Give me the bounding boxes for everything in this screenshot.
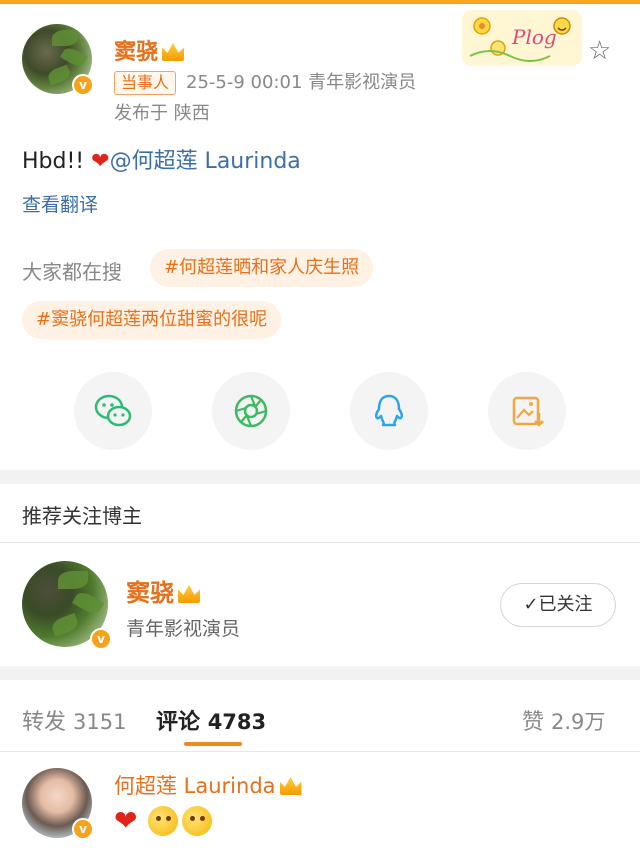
- top-accent-strip: [0, 0, 640, 4]
- plog-sticker: Plog: [462, 10, 582, 66]
- interaction-tabs: 转发 3151 评论 4783 赞 2.9万: [0, 690, 640, 750]
- divider: [0, 751, 640, 752]
- verified-badge-icon: v: [72, 818, 94, 840]
- trending-topic-2[interactable]: #窦骁何超莲两位甜蜜的很呢: [22, 301, 282, 339]
- translate-link[interactable]: 查看翻译: [22, 190, 98, 217]
- red-heart-icon: ❤: [114, 804, 138, 837]
- tab-repost[interactable]: 转发 3151: [22, 704, 126, 736]
- moments-icon: [234, 394, 268, 428]
- share-wechat-button[interactable]: [74, 372, 152, 450]
- comment-emojis: ❤: [114, 806, 216, 836]
- red-heart-icon: ❤: [91, 149, 110, 174]
- post-location: 发布于 陕西: [114, 103, 210, 124]
- post-body: Hbd!! ❤@何超莲 Laurinda: [22, 149, 301, 174]
- save-image-icon: [512, 396, 544, 427]
- verified-badge-icon: v: [72, 74, 94, 96]
- recommend-title: 推荐关注博主: [22, 504, 142, 528]
- following-button[interactable]: ✓已关注: [500, 583, 616, 627]
- mention-link[interactable]: @何超莲 Laurinda: [110, 149, 301, 174]
- commenter-name[interactable]: 何超莲 Laurinda: [114, 770, 302, 800]
- involved-party-tag: 当事人: [114, 71, 177, 95]
- tab-comments[interactable]: 评论 4783: [156, 704, 266, 736]
- share-moments-button[interactable]: [212, 372, 290, 450]
- kiss-face-icon: [148, 806, 178, 836]
- section-gap: [0, 470, 640, 484]
- trending-search-label: 大家都在搜: [22, 260, 122, 284]
- share-qq-button[interactable]: [350, 372, 428, 450]
- wechat-icon: [94, 394, 132, 427]
- crown-icon: [279, 777, 302, 795]
- recommend-description: 青年影视演员: [126, 618, 241, 640]
- favorite-star-icon[interactable]: ☆: [588, 36, 611, 66]
- recommend-name[interactable]: 窦骁: [126, 573, 200, 608]
- trending-topic-1[interactable]: #何超莲晒和家人庆生照: [150, 249, 374, 287]
- section-gap: [0, 666, 640, 680]
- post-meta: 25-5-9 00:01 青年影视演员: [186, 72, 417, 93]
- verified-badge-icon: v: [90, 628, 112, 650]
- crown-icon: [178, 585, 200, 603]
- crown-icon: [162, 43, 185, 61]
- tab-likes[interactable]: 赞 2.9万: [522, 704, 605, 736]
- author-name[interactable]: 窦骁: [114, 34, 185, 66]
- qq-icon: [374, 394, 404, 427]
- save-image-button[interactable]: [488, 372, 566, 450]
- active-tab-indicator: [184, 742, 242, 746]
- divider: [0, 542, 640, 543]
- comment-text-cutoff: [114, 852, 614, 859]
- svg-text:Plog: Plog: [511, 25, 557, 49]
- hug-face-icon: [182, 806, 212, 836]
